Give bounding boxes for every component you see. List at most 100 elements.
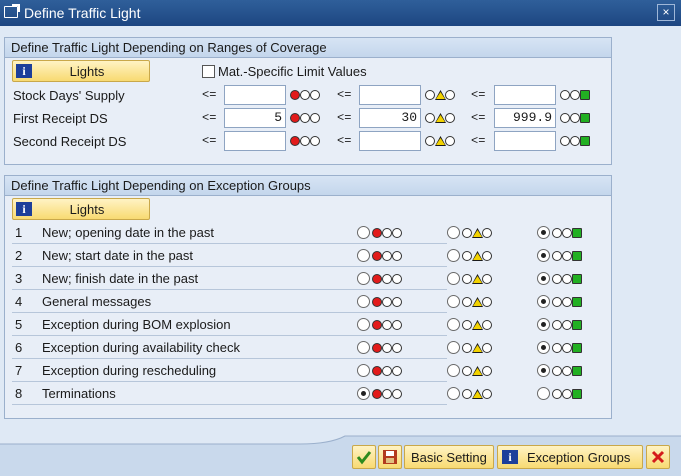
exceptions-lights-label: Lights	[69, 202, 105, 217]
coverage-panel: Define Traffic Light Depending on Ranges…	[4, 37, 612, 165]
green-radio[interactable]	[537, 295, 550, 308]
exception-label: Exception during availability check	[42, 340, 240, 355]
close-button[interactable]: ×	[657, 4, 675, 21]
yellow-limit-input[interactable]: 30	[359, 108, 421, 128]
red-radio[interactable]	[357, 295, 370, 308]
green-radio[interactable]	[537, 226, 550, 239]
coverage-row-label: Second Receipt DS	[13, 134, 127, 149]
coverage-lights-label: Lights	[69, 64, 105, 79]
mat-specific-checkbox[interactable]	[202, 65, 215, 78]
red-radio[interactable]	[357, 364, 370, 377]
exception-number: 2	[15, 248, 23, 263]
checkmark-icon	[356, 451, 372, 465]
yellow-radio[interactable]	[447, 341, 460, 354]
yellow-limit-input[interactable]	[359, 85, 421, 105]
traffic-light-red-icon	[372, 296, 404, 308]
cancel-button[interactable]	[646, 445, 670, 469]
less-equal-operator: <=	[337, 134, 352, 148]
green-radio[interactable]	[537, 364, 550, 377]
exception-row: 3 New; finish date in the past	[12, 268, 606, 290]
green-limit-input[interactable]	[494, 85, 556, 105]
traffic-light-red-icon	[372, 342, 404, 354]
exception-number: 6	[15, 340, 23, 355]
traffic-light-yellow-icon	[462, 273, 494, 285]
green-radio[interactable]	[537, 341, 550, 354]
coverage-row-label: First Receipt DS	[13, 111, 108, 126]
less-equal-operator: <=	[337, 111, 352, 125]
title-bar: Define Traffic Light ×	[0, 0, 681, 26]
exception-number: 1	[15, 225, 23, 240]
traffic-light-green-icon	[552, 227, 584, 239]
cancel-icon	[651, 450, 665, 464]
green-limit-input[interactable]	[494, 131, 556, 151]
window-title: Define Traffic Light	[24, 5, 141, 21]
green-limit-input[interactable]: 999.9	[494, 108, 556, 128]
red-radio[interactable]	[357, 341, 370, 354]
exception-number: 7	[15, 363, 23, 378]
yellow-limit-input[interactable]	[359, 131, 421, 151]
exception-label: New; opening date in the past	[42, 225, 215, 240]
less-equal-operator: <=	[471, 134, 486, 148]
green-radio[interactable]	[537, 318, 550, 331]
yellow-radio[interactable]	[447, 272, 460, 285]
traffic-light-yellow-icon	[425, 89, 457, 101]
exception-row: 4 General messages	[12, 291, 606, 313]
yellow-radio[interactable]	[447, 387, 460, 400]
less-equal-operator: <=	[337, 88, 352, 102]
yellow-radio[interactable]	[447, 226, 460, 239]
traffic-light-red-icon	[372, 250, 404, 262]
red-limit-input[interactable]: 5	[224, 108, 286, 128]
red-limit-input[interactable]	[224, 85, 286, 105]
yellow-radio[interactable]	[447, 295, 460, 308]
exception-row: 1 New; opening date in the past	[12, 222, 606, 244]
red-radio[interactable]	[357, 249, 370, 262]
traffic-light-yellow-icon	[462, 250, 494, 262]
green-radio[interactable]	[537, 272, 550, 285]
coverage-row-label: Stock Days' Supply	[13, 88, 125, 103]
traffic-light-yellow-icon	[462, 319, 494, 331]
confirm-button[interactable]	[352, 445, 376, 469]
traffic-light-green-icon	[552, 273, 584, 285]
basic-setting-button[interactable]: Basic Setting	[404, 445, 494, 469]
exception-groups-button[interactable]: i Exception Groups	[497, 445, 643, 469]
traffic-light-green-icon	[552, 342, 584, 354]
traffic-light-green-icon	[560, 112, 592, 124]
traffic-light-yellow-icon	[462, 296, 494, 308]
save-button[interactable]	[378, 445, 402, 469]
exceptions-lights-button[interactable]: i Lights	[12, 198, 150, 220]
exception-row: 7 Exception during rescheduling	[12, 360, 606, 382]
yellow-radio[interactable]	[447, 249, 460, 262]
traffic-light-green-icon	[552, 388, 584, 400]
exception-row: 5 Exception during BOM explosion	[12, 314, 606, 336]
red-radio[interactable]	[357, 318, 370, 331]
red-radio[interactable]	[357, 226, 370, 239]
less-equal-operator: <=	[202, 111, 217, 125]
yellow-radio[interactable]	[447, 318, 460, 331]
coverage-heading: Define Traffic Light Depending on Ranges…	[5, 38, 611, 58]
less-equal-operator: <=	[202, 88, 217, 102]
green-radio[interactable]	[537, 249, 550, 262]
exception-label: New; start date in the past	[42, 248, 194, 263]
green-radio[interactable]	[537, 387, 550, 400]
traffic-light-yellow-icon	[462, 342, 494, 354]
red-radio[interactable]	[357, 272, 370, 285]
save-icon	[383, 450, 397, 464]
coverage-lights-button[interactable]: i Lights	[12, 60, 150, 82]
traffic-light-green-icon	[552, 250, 584, 262]
traffic-light-yellow-icon	[462, 388, 494, 400]
exception-label: Terminations	[42, 386, 116, 401]
exception-label: New; finish date in the past	[42, 271, 199, 286]
exception-number: 4	[15, 294, 23, 309]
traffic-light-green-icon	[552, 296, 584, 308]
traffic-light-yellow-icon	[425, 135, 457, 147]
traffic-light-green-icon	[552, 319, 584, 331]
exception-number: 5	[15, 317, 23, 332]
traffic-light-green-icon	[560, 135, 592, 147]
exception-number: 3	[15, 271, 23, 286]
red-limit-input[interactable]	[224, 131, 286, 151]
exception-label: Exception during BOM explosion	[42, 317, 231, 332]
red-radio[interactable]	[357, 387, 370, 400]
yellow-radio[interactable]	[447, 364, 460, 377]
traffic-light-yellow-icon	[462, 365, 494, 377]
traffic-light-red-icon	[372, 388, 404, 400]
